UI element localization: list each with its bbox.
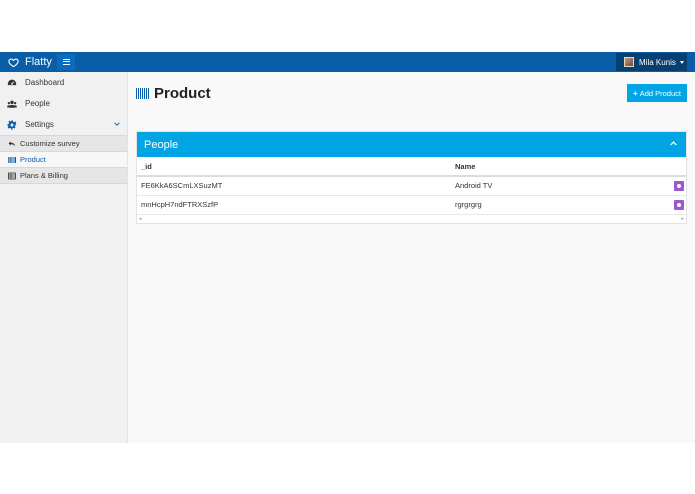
cell-actions	[670, 195, 686, 215]
menu-toggle-button[interactable]	[57, 54, 75, 70]
sidebar-item-product[interactable]: Product	[0, 152, 127, 168]
sidebar-item-settings[interactable]: Settings	[0, 114, 127, 135]
people-box: People _id Name FE6KkA6SCmLXSuzMT Androi…	[136, 131, 687, 224]
avatar	[624, 57, 634, 67]
info-button[interactable]	[674, 199, 684, 210]
people-table: _id Name FE6KkA6SCmLXSuzMT Android TV mn…	[137, 157, 686, 215]
hamburger-icon	[62, 59, 70, 65]
settings-submenu: Customize survey Product Plans & Billing	[0, 135, 127, 184]
heart-icon	[8, 58, 19, 67]
sidebar-item-plans-billing[interactable]: Plans & Billing	[0, 168, 127, 184]
page-title: Product	[136, 85, 211, 102]
barcode-icon	[136, 88, 150, 99]
sidebar-item-label: Customize survey	[20, 139, 80, 148]
gear-icon	[7, 120, 17, 130]
caret-down-icon	[679, 60, 684, 64]
cell-name: Android TV	[451, 176, 670, 196]
cell-actions	[670, 176, 686, 196]
scroll-left-icon[interactable]: ◂	[139, 216, 142, 222]
add-product-label: Add Product	[639, 88, 681, 98]
table-header-row: _id Name	[137, 157, 686, 177]
cell-name: rgrgrgrg	[451, 195, 670, 215]
user-menu[interactable]: Mila Kunis	[616, 53, 687, 71]
table-row[interactable]: FE6KkA6SCmLXSuzMT Android TV	[137, 176, 686, 196]
table-icon	[8, 172, 16, 180]
users-icon	[7, 100, 17, 108]
sidebar-item-customize-survey[interactable]: Customize survey	[0, 136, 127, 152]
sidebar: Dashboard People Settings Customize surv…	[0, 72, 128, 443]
sidebar-item-label: Settings	[25, 120, 54, 129]
top-navbar: Flatty Mila Kunis	[0, 52, 695, 72]
dashboard-icon	[7, 79, 17, 86]
sidebar-item-dashboard[interactable]: Dashboard	[0, 72, 127, 93]
barcode-icon	[8, 157, 16, 163]
cell-id: FE6KkA6SCmLXSuzMT	[137, 176, 451, 196]
table-row[interactable]: mnHcpH7ndFTRXSzfP rgrgrgrg	[137, 195, 686, 215]
info-icon	[677, 202, 681, 207]
brand[interactable]: Flatty	[8, 55, 52, 69]
column-header-actions	[670, 157, 686, 177]
sidebar-item-people[interactable]: People	[0, 93, 127, 114]
user-name: Mila Kunis	[639, 57, 676, 67]
cell-id: mnHcpH7ndFTRXSzfP	[137, 195, 451, 215]
chevron-down-icon	[114, 122, 120, 126]
horizontal-scrollbar[interactable]: ◂ ▸	[137, 215, 686, 223]
back-arrow-icon	[8, 141, 16, 147]
column-header-id[interactable]: _id	[137, 157, 451, 177]
app-window: Flatty Mila Kunis Dashboard People Setti…	[0, 52, 695, 443]
main-content: Product + Add Product People _id Name FE…	[128, 72, 695, 443]
add-product-button[interactable]: + Add Product	[627, 84, 687, 102]
box-title: People	[144, 138, 179, 151]
page-title-text: Product	[154, 85, 211, 102]
info-icon	[677, 183, 681, 188]
brand-name: Flatty	[25, 56, 52, 68]
box-header: People	[137, 132, 686, 157]
scroll-right-icon[interactable]: ▸	[681, 216, 684, 222]
sidebar-item-label: People	[25, 99, 50, 108]
plus-icon: +	[633, 88, 638, 98]
column-header-name[interactable]: Name	[451, 157, 670, 177]
info-button[interactable]	[674, 180, 684, 191]
sidebar-item-label: Dashboard	[25, 78, 65, 87]
sidebar-item-label: Plans & Billing	[20, 171, 68, 180]
sidebar-item-label: Product	[20, 155, 46, 164]
chevron-up-icon[interactable]	[670, 140, 677, 147]
